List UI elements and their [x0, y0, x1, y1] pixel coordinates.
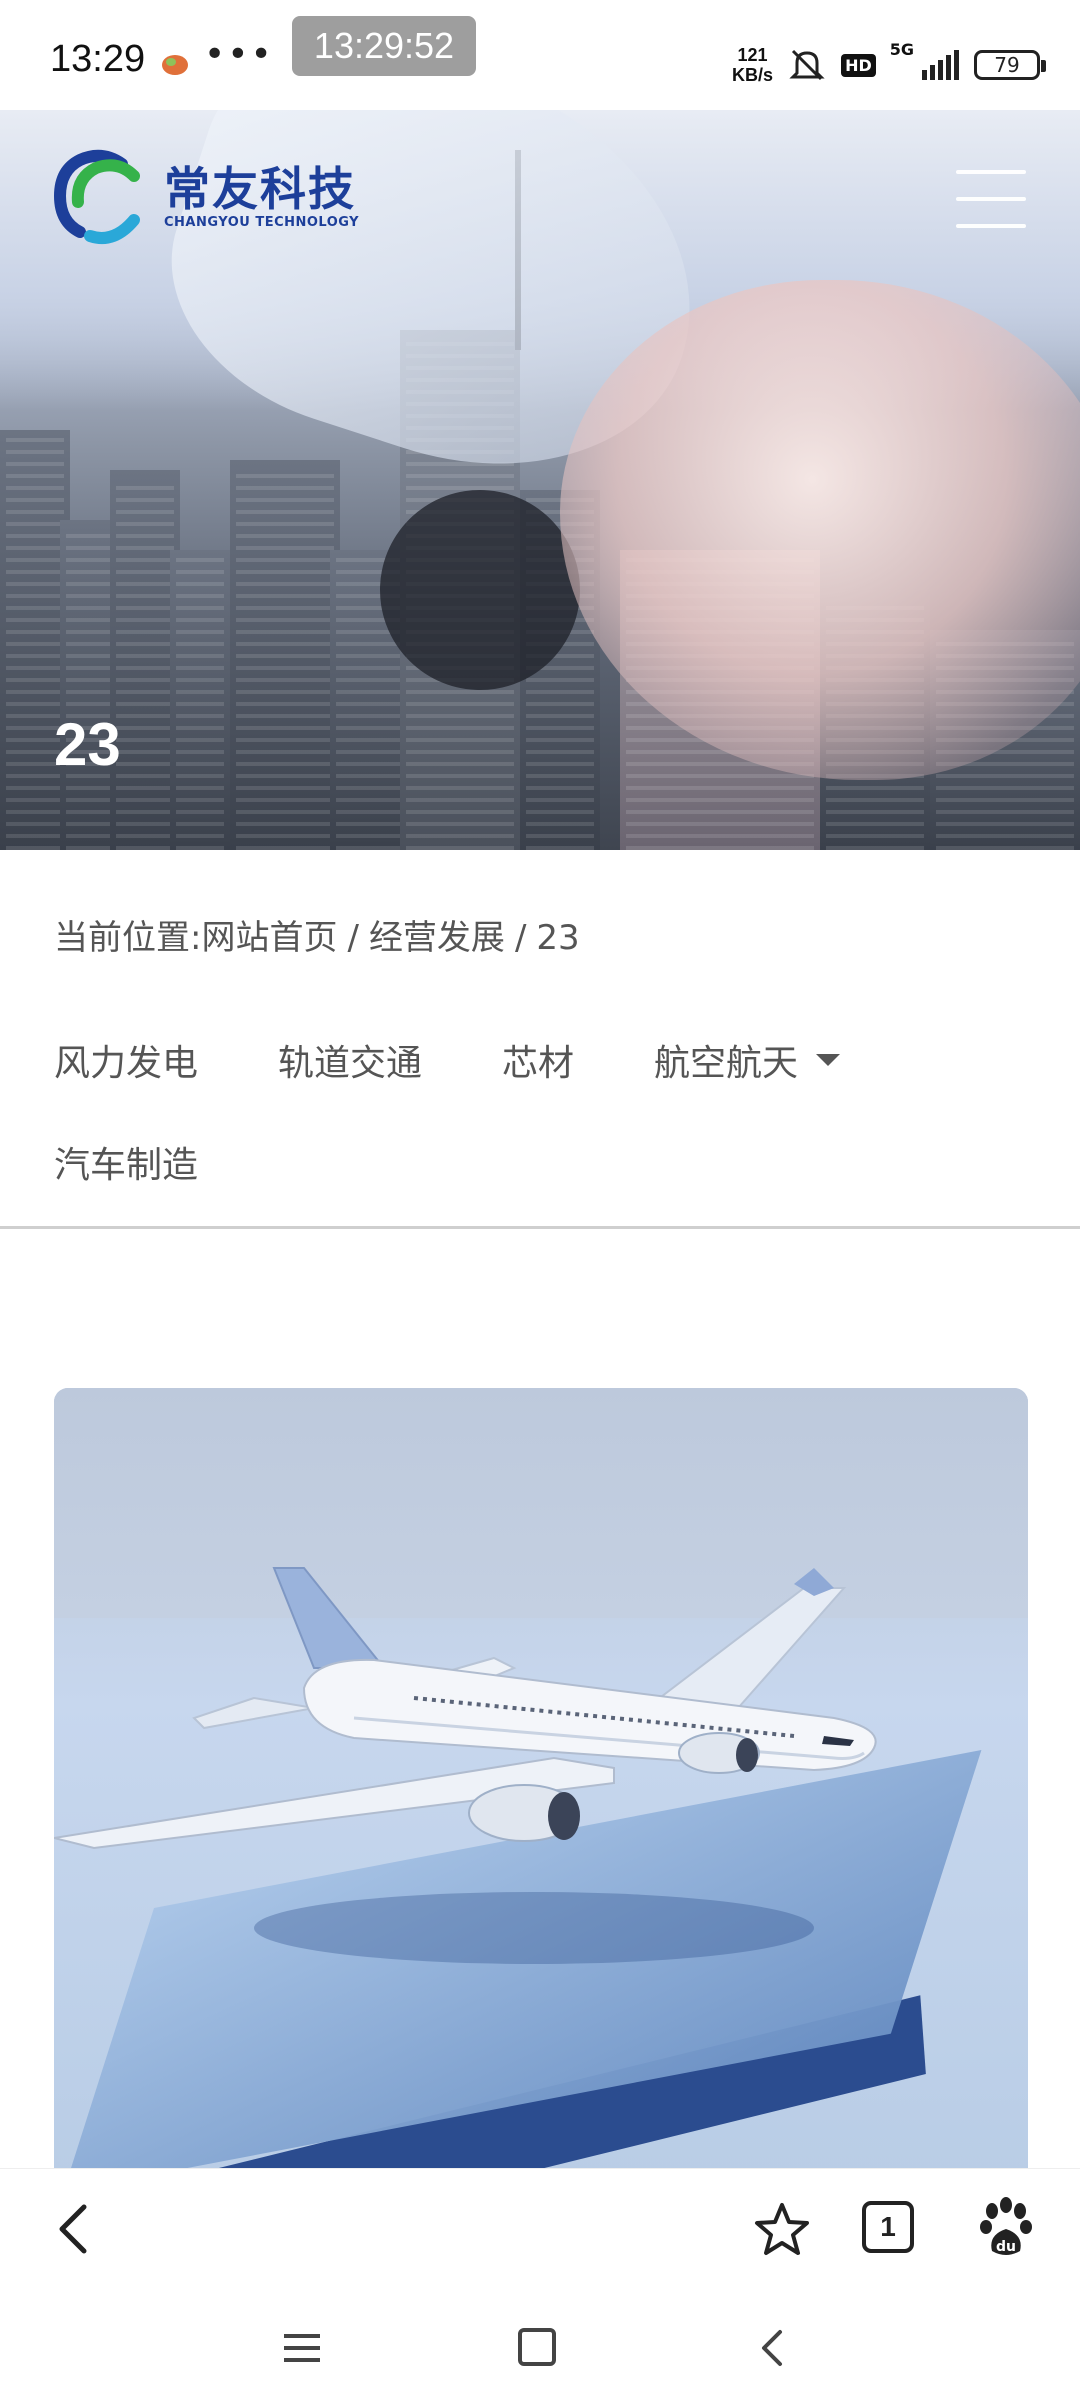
- net-speed: 121 KB/s: [732, 45, 773, 85]
- menu-line: [956, 197, 1026, 201]
- category-row: 汽车制造: [54, 1122, 1034, 1202]
- net-speed-value: 121: [737, 45, 768, 65]
- building: [170, 550, 230, 850]
- recent-apps-icon[interactable]: [282, 2328, 322, 2368]
- net-speed-unit: KB/s: [732, 65, 774, 85]
- product-image[interactable]: [54, 1388, 1028, 2178]
- category-core-material[interactable]: 芯材: [502, 1034, 574, 1086]
- app-notification-icon: [162, 55, 188, 75]
- breadcrumb-section[interactable]: 经营发展: [369, 918, 505, 958]
- logo-text-en: CHANGYOU TECHNOLOGY: [164, 214, 360, 230]
- menu-icon[interactable]: [956, 166, 1026, 232]
- home-icon[interactable]: [518, 2328, 556, 2366]
- site-logo[interactable]: 常友科技 CHANGYOU TECHNOLOGY: [52, 146, 359, 246]
- category-nav: 风力发电 轨道交通 芯材 航空航天 汽车制造: [54, 1020, 1034, 1224]
- signal-icon: [922, 50, 959, 80]
- category-automotive[interactable]: 汽车制造: [54, 1136, 198, 1188]
- building: [230, 460, 340, 850]
- logo-text: 常友科技 CHANGYOU TECHNOLOGY: [164, 163, 359, 230]
- svg-text:du: du: [996, 2239, 1016, 2255]
- category-rail-transit[interactable]: 轨道交通: [278, 1034, 422, 1086]
- mute-icon: [789, 49, 825, 81]
- status-time: 13:29: [50, 38, 146, 80]
- breadcrumb-prefix: 当前位置:: [54, 918, 202, 958]
- status-more: •••: [204, 34, 274, 75]
- star-icon[interactable]: [750, 2199, 814, 2263]
- category-aerospace[interactable]: 航空航天: [654, 1034, 841, 1086]
- logo-text-cn: 常友科技: [164, 161, 356, 216]
- category-aerospace-label: 航空航天: [654, 1043, 799, 1084]
- system-nav-bar: [0, 2298, 1080, 2400]
- hero-banner: 常友科技 CHANGYOU TECHNOLOGY 23: [0, 110, 1080, 850]
- breadcrumb-separator: /: [514, 918, 527, 958]
- back-icon[interactable]: [44, 2197, 108, 2261]
- category-wind-power[interactable]: 风力发电: [54, 1034, 198, 1086]
- breadcrumb-home[interactable]: 网站首页: [201, 918, 337, 958]
- hd-badge: HD: [841, 53, 876, 77]
- page-title: 23: [54, 711, 121, 778]
- status-indicators: 121 KB/s HD 5G 79: [732, 40, 1046, 90]
- breadcrumb: 当前位置:网站首页 / 经营发展/23: [54, 910, 580, 959]
- logo-mark-icon: [53, 149, 140, 244]
- airplane-model-icon: [54, 1567, 877, 1964]
- category-row: 风力发电 轨道交通 芯材 航空航天: [54, 1020, 1034, 1100]
- battery-icon: 79: [974, 50, 1046, 80]
- browser-toolbar: 1 du: [0, 2168, 1080, 2298]
- menu-line: [956, 224, 1026, 228]
- breadcrumb-separator: /: [347, 918, 359, 958]
- chevron-down-icon: [816, 1054, 841, 1066]
- nav-divider: [0, 1226, 1080, 1229]
- breadcrumb-current: 23: [536, 918, 580, 958]
- tabs-icon[interactable]: 1: [862, 2201, 914, 2253]
- baidu-paw-icon[interactable]: du: [978, 2197, 1034, 2261]
- menu-line: [956, 170, 1026, 174]
- network-type: 5G: [889, 40, 914, 59]
- status-bar: 13:29 ••• 13:29:52 121 KB/s HD 5G 79: [0, 0, 1080, 110]
- clock-overlay: 13:29:52: [292, 16, 476, 76]
- system-back-icon[interactable]: [752, 2328, 792, 2368]
